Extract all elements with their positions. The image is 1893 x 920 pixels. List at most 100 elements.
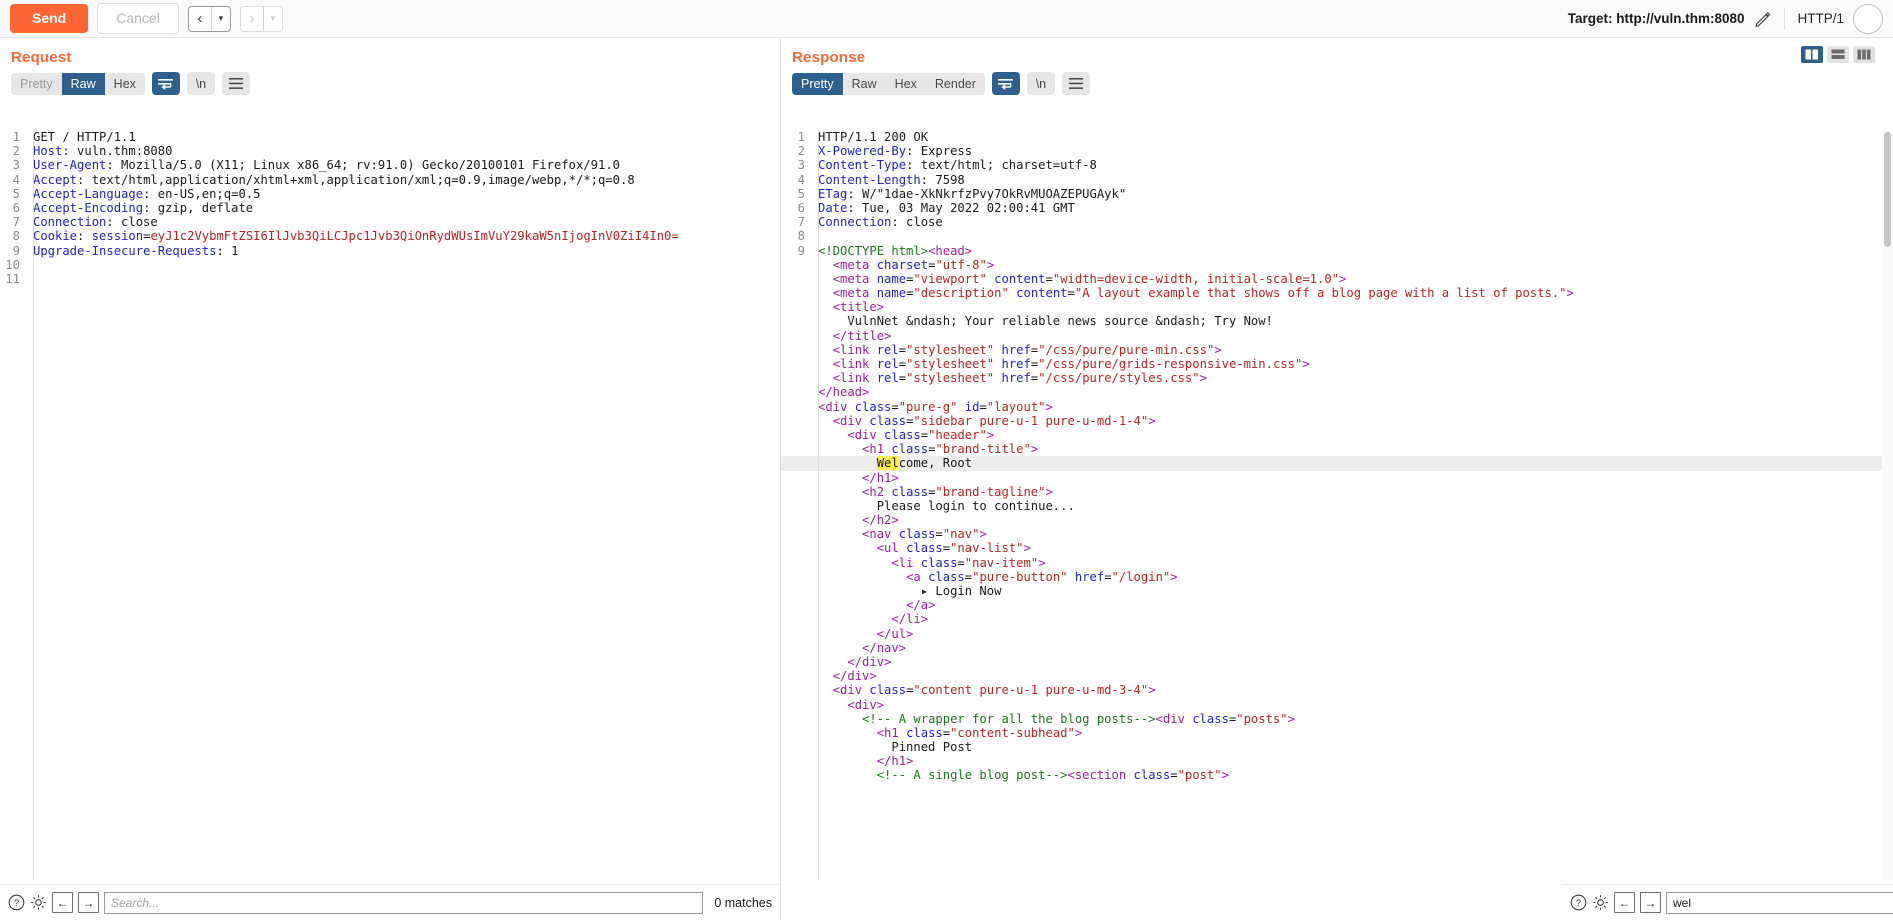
response-code-line: 7 Connection: close [781, 215, 1893, 229]
scrollbar-thumb[interactable] [1884, 132, 1891, 247]
line-number [781, 698, 811, 712]
response-code-line: <h2 class="brand-tagline"> [781, 485, 1893, 499]
line-content: <div class="pure-g" id="layout"> [818, 399, 1053, 414]
search-prev-button[interactable]: ← [52, 892, 73, 913]
line-content: <a class="pure-button" href="/login"> [906, 569, 1178, 584]
split-vertical-layout-button[interactable] [1801, 46, 1823, 63]
line-number [781, 669, 811, 683]
response-scrollbar[interactable] [1882, 130, 1893, 880]
line-number: 1 [797, 130, 805, 144]
line-content: Welcome, Root [876, 456, 973, 471]
line-content: Upgrade-Insecure-Requests: 1 [33, 243, 239, 258]
request-word-wrap-button[interactable] [151, 72, 180, 95]
arrow-right-icon: → [1644, 895, 1657, 910]
request-menu-button[interactable] [221, 72, 250, 95]
line-content: <link rel="stylesheet" href="/css/pure/g… [832, 357, 1310, 371]
line-number: 1 [12, 130, 20, 144]
line-content: </h1> [876, 754, 914, 769]
prev-request-button[interactable]: ‹ ▾ [187, 5, 231, 32]
response-tab-render[interactable]: Render [925, 72, 985, 95]
line-number [781, 570, 811, 584]
gear-icon[interactable] [30, 894, 47, 911]
search-next-button[interactable]: → [1640, 892, 1661, 913]
response-tab-raw[interactable]: Raw [842, 72, 886, 95]
line-number: 2 [797, 144, 805, 159]
line-number [781, 683, 811, 697]
tabbed-layout-button[interactable] [1853, 46, 1875, 63]
response-code-line: </div> [781, 655, 1893, 669]
line-content: Content-Type: text/html; charset=utf-8 [818, 158, 1097, 173]
line-content: </a> [906, 598, 936, 613]
line-content: <li class="nav-item"> [891, 555, 1046, 570]
split-vertical-icon [1805, 49, 1818, 60]
response-code-line: <meta charset="utf-8"> [781, 258, 1893, 272]
divider [1784, 7, 1786, 30]
response-word-wrap-button[interactable] [991, 72, 1020, 95]
request-code-line: 5 Accept-Language: en-US,en;q=0.5 [0, 187, 780, 201]
help-circle-icon[interactable]: ? [1570, 894, 1587, 911]
pencil-icon[interactable] [1754, 10, 1772, 28]
request-view-tabs: Pretty Raw Hex [11, 72, 145, 95]
line-number [781, 627, 811, 641]
response-search-input[interactable] [1666, 891, 1893, 914]
line-content: <h2 class="brand-tagline"> [862, 484, 1053, 499]
response-tab-pretty[interactable]: Pretty [792, 72, 843, 95]
next-request-button[interactable]: › ▾ [239, 5, 283, 32]
search-next-button[interactable]: → [78, 892, 99, 913]
response-code-line: <div class="pure-g" id="layout"> [781, 400, 1893, 414]
line-content: Accept-Language: en-US,en;q=0.5 [33, 186, 261, 201]
line-content: <nav class="nav"> [862, 527, 987, 542]
line-number: 9 [797, 243, 805, 258]
response-body-viewer[interactable]: 1 HTTP/1.1 200 OK 2 X-Powered-By: Express 3 C… [781, 130, 1893, 880]
response-menu-button[interactable] [1061, 72, 1090, 95]
split-horizontal-layout-button[interactable] [1827, 46, 1849, 63]
request-view-toolbar: Pretty Raw Hex \n [0, 72, 780, 101]
request-search-input[interactable] [104, 891, 704, 914]
line-content: </head> [818, 385, 870, 400]
response-view-toolbar: Pretty Raw Hex Render \n [781, 72, 1893, 101]
request-tab-pretty[interactable]: Pretty [11, 72, 62, 95]
chevron-left-icon: ‹ [197, 10, 203, 27]
arrow-right-icon: → [82, 895, 95, 910]
response-panel-title: Response [792, 49, 866, 66]
response-search-footer: ? ← → 1 match [1562, 884, 1893, 920]
response-code-line: </a> [781, 598, 1893, 612]
line-content: <link rel="stylesheet" href="/css/pure/p… [832, 342, 1222, 357]
response-tab-hex[interactable]: Hex [885, 72, 926, 95]
line-content: <h1 class="brand-title"> [862, 442, 1039, 457]
http-version-label: HTTP/1 [1797, 11, 1844, 26]
line-content: HTTP/1.1 200 OK [818, 130, 929, 144]
line-number: 8 [12, 229, 20, 244]
help-circle-icon[interactable]: ? [8, 894, 25, 911]
request-newline-button[interactable]: \n [186, 72, 215, 95]
response-newline-button[interactable]: \n [1026, 72, 1055, 95]
response-code-line: <meta name="description" content="A layo… [781, 286, 1893, 300]
line-content: <link rel="stylesheet" href="/css/pure/s… [832, 371, 1207, 386]
response-code-line: <meta name="viewport" content="width=dev… [781, 272, 1893, 286]
cancel-button[interactable]: Cancel [97, 3, 179, 34]
line-number [781, 584, 811, 598]
line-number [781, 314, 811, 328]
gear-icon[interactable] [1592, 894, 1609, 911]
line-number: 3 [12, 158, 20, 173]
response-code-line: 8 [781, 229, 1893, 243]
response-code-line: </title> [781, 329, 1893, 343]
line-content: <h1 class="content-subhead"> [876, 725, 1083, 740]
line-number [781, 442, 811, 456]
send-button[interactable]: Send [10, 4, 89, 33]
line-content: <div class="sidebar pure-u-1 pure-u-md-1… [832, 413, 1156, 428]
line-content: VulnNet &ndash; Your reliable news sourc… [818, 314, 1273, 329]
request-code-line: 11 [0, 272, 780, 286]
request-body-editor[interactable]: 1 GET / HTTP/1.1 2 Host: vuln.thm:8080 3 User… [0, 130, 780, 880]
search-prev-button[interactable]: ← [1614, 892, 1635, 913]
line-content: <meta name="viewport" content="width=dev… [832, 271, 1347, 286]
request-code-line: 8 Cookie: session=eyJ1c2VybmFtZSI6IlJvb3Q… [0, 229, 780, 243]
request-tab-hex[interactable]: Hex [104, 72, 145, 95]
line-number [781, 726, 811, 740]
response-code-line: </li> [781, 612, 1893, 626]
http-version-toggle[interactable] [1853, 3, 1883, 34]
line-content: User-Agent: Mozilla/5.0 (X11; Linux x86_… [33, 158, 620, 173]
hamburger-menu-icon [1068, 78, 1083, 89]
response-code-line: </ul> [781, 627, 1893, 641]
request-tab-raw[interactable]: Raw [61, 72, 105, 95]
